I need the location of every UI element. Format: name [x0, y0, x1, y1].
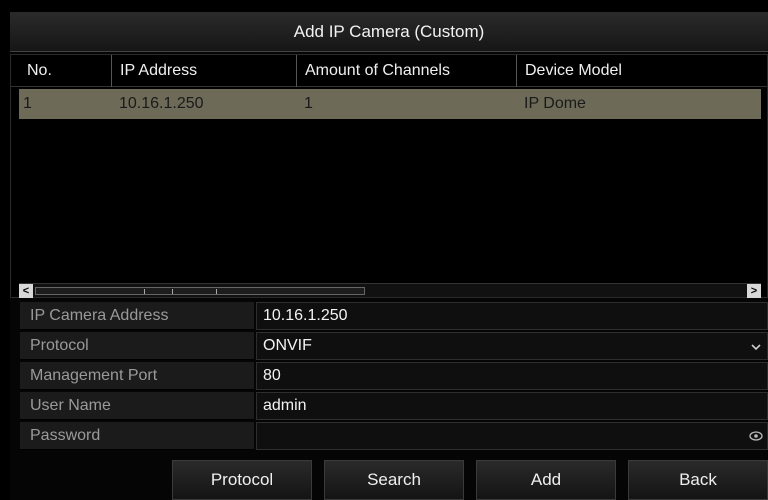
protocol-select[interactable]: ONVIF	[256, 332, 768, 360]
ip-camera-address-input[interactable]: 10.16.1.250	[256, 302, 768, 330]
cell-device-model: IP Dome	[524, 95, 586, 112]
protocol-button[interactable]: Protocol	[172, 460, 312, 500]
protocol-select-value: ONVIF	[263, 337, 312, 354]
header-amount-of-channels[interactable]: Amount of Channels	[296, 55, 450, 87]
management-port-input[interactable]: 80	[256, 362, 768, 390]
scroll-left-icon[interactable]: <	[19, 284, 33, 298]
table-row[interactable]: 1 10.16.1.250 1 IP Dome	[19, 89, 761, 119]
management-port-row: Management Port 80	[20, 362, 768, 390]
thumb-tick	[172, 289, 173, 294]
header-ip-address[interactable]: IP Address	[111, 55, 197, 87]
password-row: Password	[20, 422, 768, 450]
user-name-label: User Name	[20, 392, 254, 420]
add-ip-camera-dialog: Add IP Camera (Custom) No. IP Address Am…	[10, 12, 768, 500]
dialog-title: Add IP Camera (Custom)	[10, 12, 768, 52]
thumb-tick	[144, 289, 145, 294]
thumb-tick	[216, 289, 217, 294]
management-port-label: Management Port	[20, 362, 254, 390]
horizontal-scrollbar[interactable]: < >	[19, 283, 761, 298]
protocol-row: Protocol ONVIF	[20, 332, 768, 360]
ip-camera-address-label: IP Camera Address	[20, 302, 254, 330]
user-name-input[interactable]: admin	[256, 392, 768, 420]
scroll-right-icon[interactable]: >	[747, 284, 761, 298]
back-button[interactable]: Back	[628, 460, 768, 500]
cell-ip-address: 10.16.1.250	[119, 95, 204, 112]
header-no[interactable]: No.	[19, 55, 52, 87]
password-label: Password	[20, 422, 254, 450]
cell-channels: 1	[304, 95, 313, 112]
ip-camera-address-row: IP Camera Address 10.16.1.250	[20, 302, 768, 330]
button-bar: Protocol Search Add Back	[20, 460, 768, 500]
password-input[interactable]	[256, 422, 768, 450]
cell-no: 1	[23, 95, 32, 112]
table-header: No. IP Address Amount of Channels Device…	[11, 55, 767, 87]
header-device-model[interactable]: Device Model	[516, 55, 622, 87]
eye-icon[interactable]	[749, 423, 763, 457]
camera-table: No. IP Address Amount of Channels Device…	[10, 54, 768, 298]
scroll-thumb[interactable]	[35, 287, 365, 295]
protocol-label: Protocol	[20, 332, 254, 360]
search-button[interactable]: Search	[324, 460, 464, 500]
add-button[interactable]: Add	[476, 460, 616, 500]
user-name-row: User Name admin	[20, 392, 768, 420]
